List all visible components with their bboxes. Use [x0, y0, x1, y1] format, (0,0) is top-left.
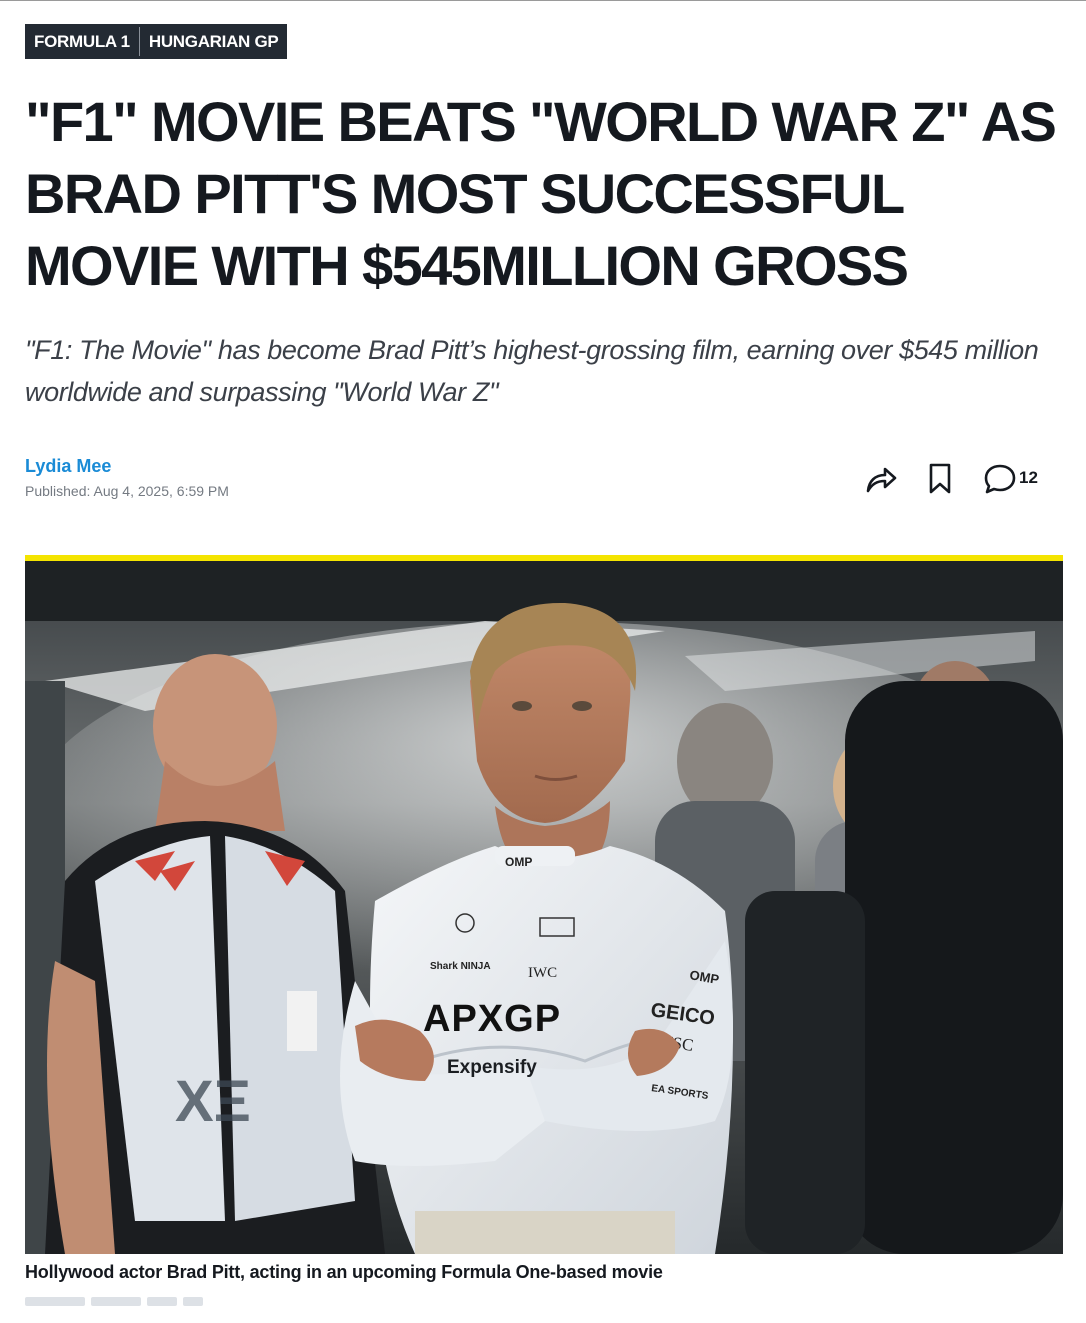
- top-border: [0, 0, 1086, 1]
- svg-text:XΞ: XΞ: [175, 1069, 251, 1134]
- credit-blur-3: [147, 1297, 177, 1306]
- suit-apxgp-logo: APXGP: [423, 998, 561, 1040]
- credit-blur-1: [25, 1297, 85, 1306]
- credit-blur-4: [183, 1297, 203, 1306]
- share-icon: [866, 467, 897, 493]
- comments-button[interactable]: [983, 461, 1017, 495]
- comment-count: 12: [1019, 468, 1038, 487]
- suit-iwc: IWC: [528, 965, 557, 981]
- image-credit-redacted: [25, 1294, 205, 1308]
- suit-sharkninja: Shark NINJA: [430, 961, 491, 972]
- article-actions: 12: [864, 461, 1038, 495]
- author-link[interactable]: Lydia Mee: [25, 456, 111, 477]
- breadcrumb: FORMULA 1 HUNGARIAN GP: [25, 24, 288, 59]
- image-caption: Hollywood actor Brad Pitt, acting in an …: [25, 1262, 663, 1282]
- published-date: Published: Aug 4, 2025, 6:59 PM: [25, 483, 229, 499]
- article-subheadline: "F1: The Movie" has become Brad Pitt’s h…: [25, 335, 1039, 407]
- bookmark-icon: [929, 463, 951, 494]
- breadcrumb-formula-1[interactable]: FORMULA 1: [25, 24, 139, 59]
- article-headline: "F1" MOVIE BEATS "WORLD WAR Z" AS BRAD P…: [25, 90, 1057, 297]
- suit-omp-collar: OMP: [505, 855, 532, 869]
- bookmark-button[interactable]: [923, 461, 957, 495]
- comment-icon: [984, 464, 1016, 494]
- share-button[interactable]: [864, 461, 898, 495]
- brad-pitt-photo: XΞ OMP Shark NINJA IWC APXGP Expensify O…: [25, 561, 1063, 1254]
- article-hero-image: XΞ OMP Shark NINJA IWC APXGP Expensify O…: [25, 561, 1063, 1254]
- suit-expensify: Expensify: [447, 1057, 537, 1078]
- breadcrumb-hungarian-gp[interactable]: HUNGARIAN GP: [140, 24, 288, 59]
- credit-blur-2: [91, 1297, 141, 1306]
